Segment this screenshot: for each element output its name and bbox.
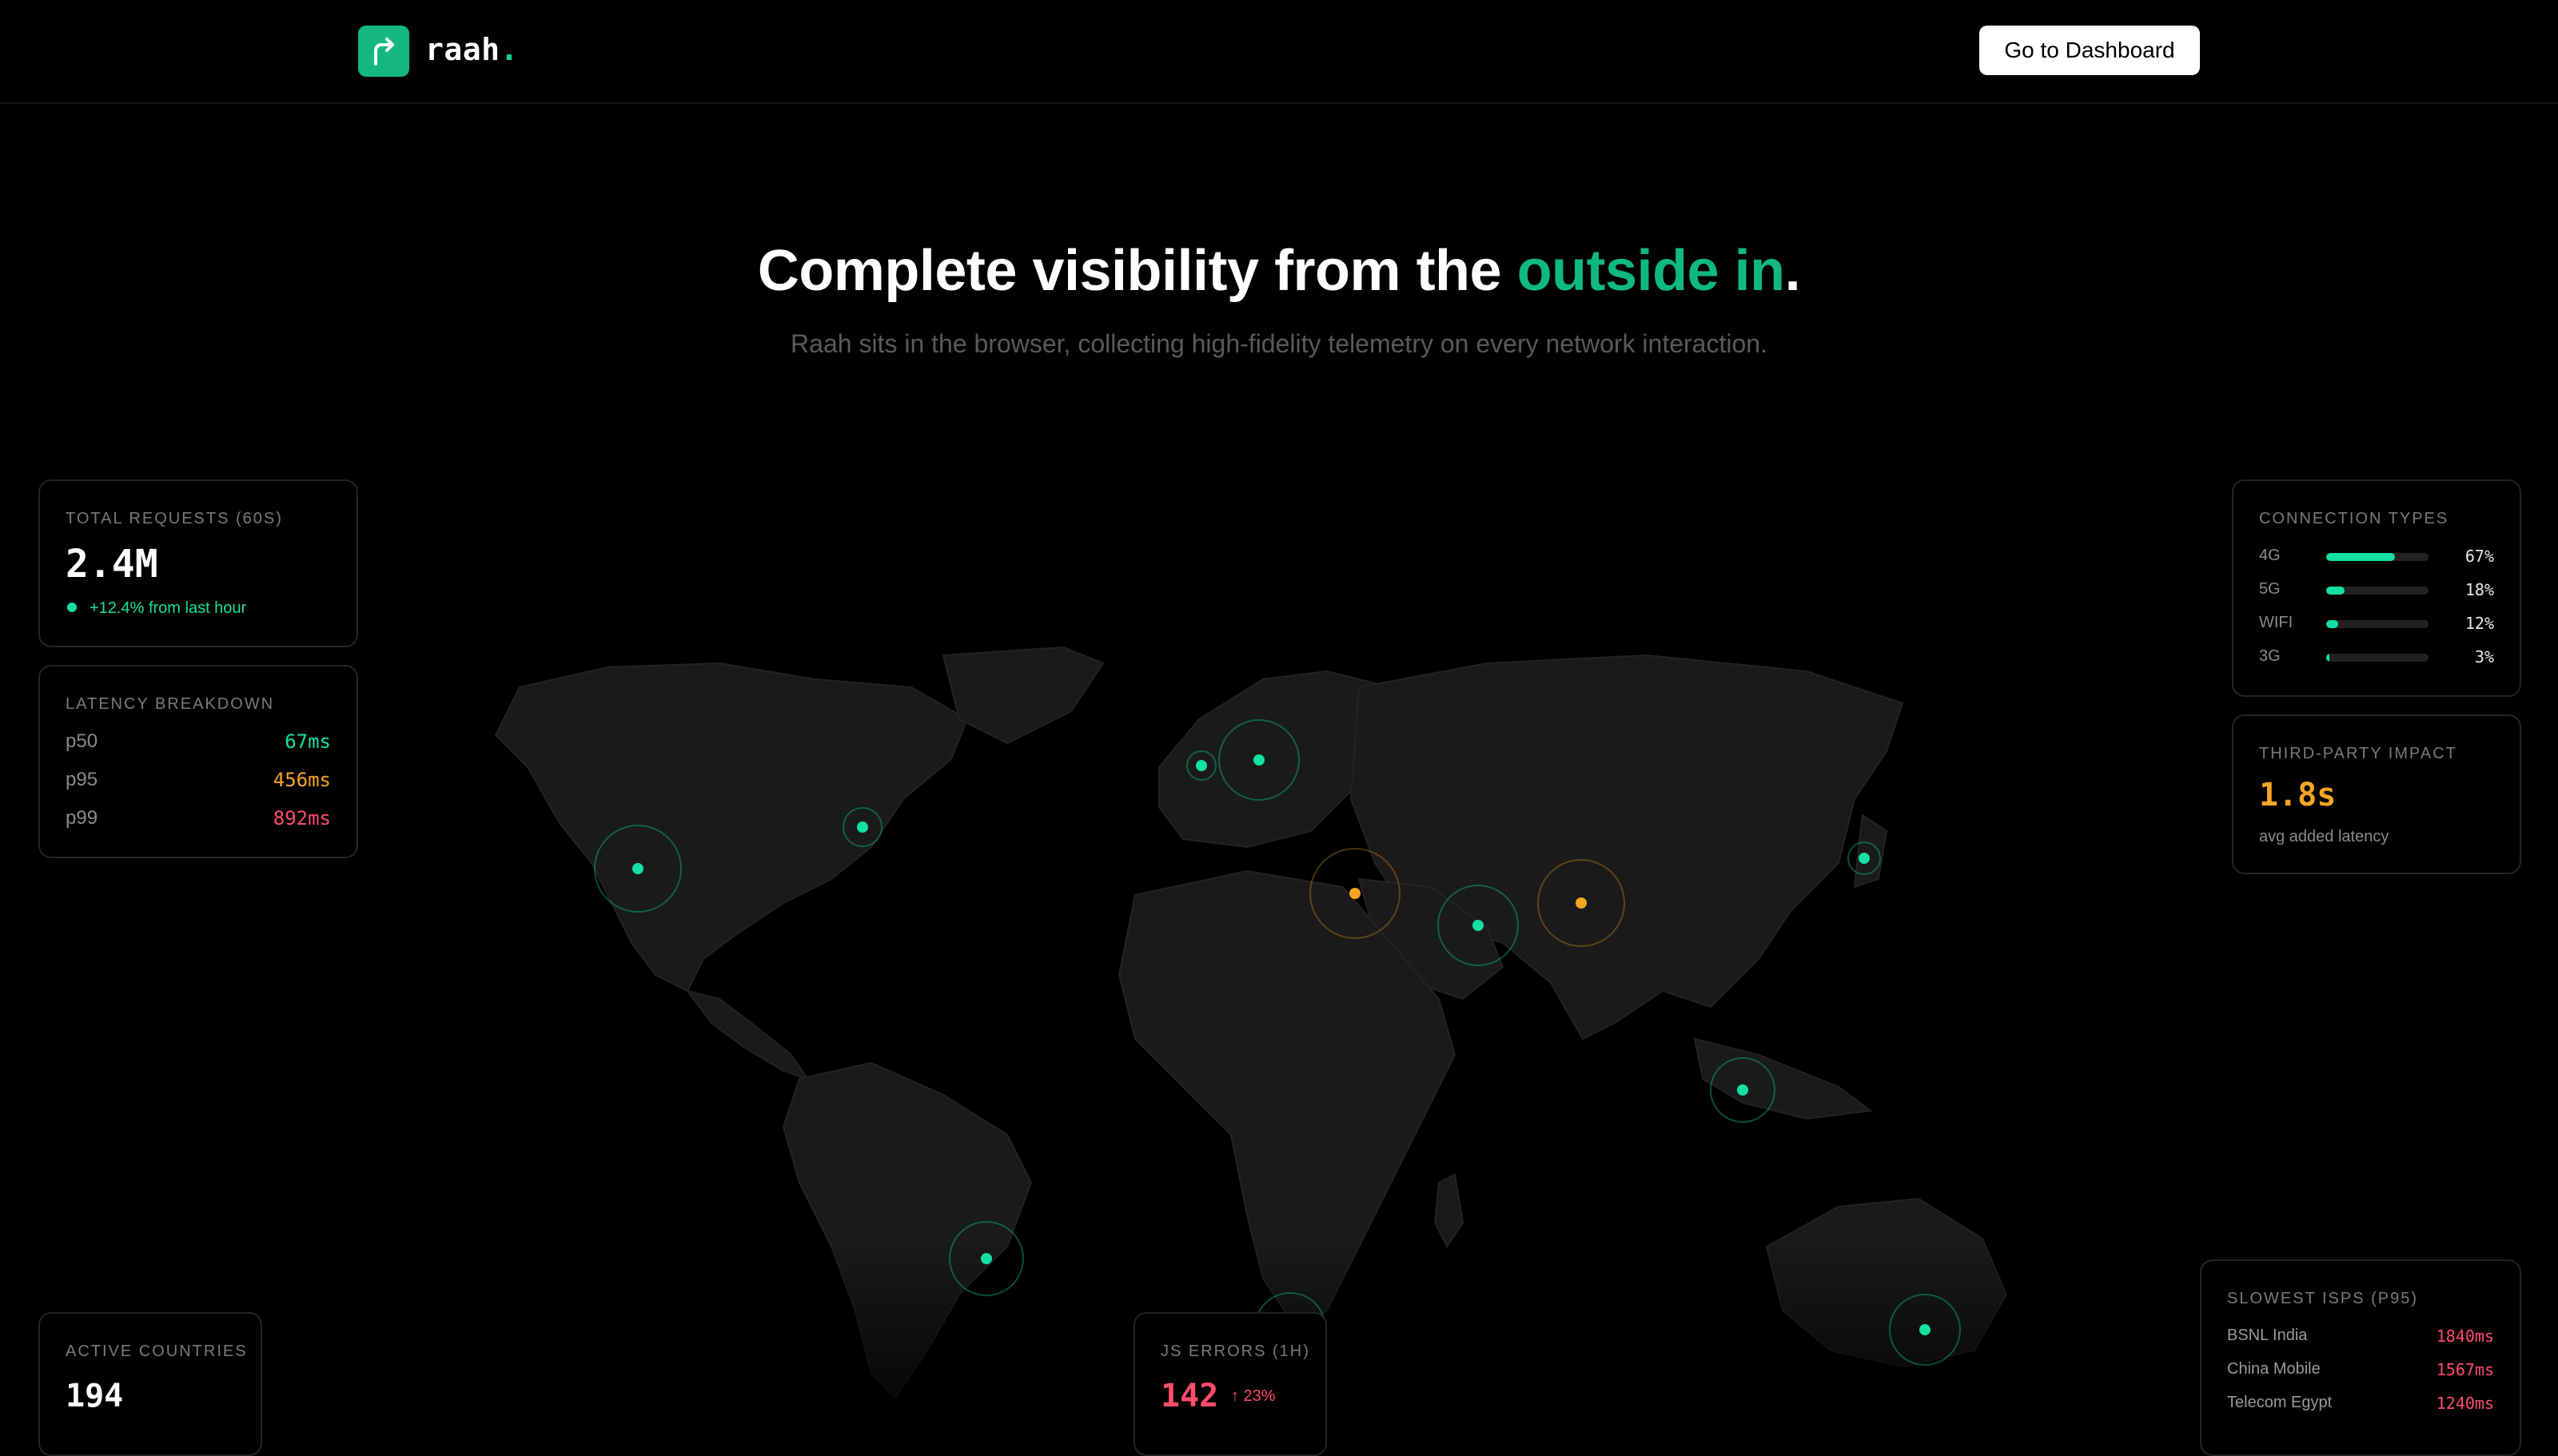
connection-row-4g: 4G 67% bbox=[2259, 545, 2494, 569]
node-dot-gulf bbox=[1472, 920, 1484, 931]
latency-row-p95: p95 456ms bbox=[66, 769, 331, 801]
isp-row: China Mobile 1567ms bbox=[2227, 1360, 2494, 1387]
connection-value: 3% bbox=[2474, 647, 2494, 666]
connection-bar-track bbox=[2326, 620, 2429, 628]
js-errors-label: JS ERRORS (1H) bbox=[1161, 1343, 1310, 1360]
connection-bar-fill bbox=[2326, 654, 2329, 662]
connection-value: 67% bbox=[2464, 547, 2494, 566]
isp-name: Telecom Egypt bbox=[2227, 1394, 2333, 1411]
latency-row-p99: p99 892ms bbox=[66, 807, 331, 839]
connection-key: 5G bbox=[2259, 580, 2281, 598]
node-dot-brazil bbox=[981, 1253, 992, 1264]
third-party-impact-card: THIRD-PARTY IMPACT 1.8s avg added latenc… bbox=[2232, 714, 2521, 874]
isp-latency: 1240ms bbox=[2436, 1394, 2494, 1413]
node-dot-australia bbox=[1919, 1324, 1930, 1335]
connection-row-wifi: WIFI 12% bbox=[2259, 612, 2494, 636]
connection-key: WIFI bbox=[2259, 614, 2293, 631]
active-countries-card: ACTIVE COUNTRIES 194 bbox=[38, 1312, 262, 1456]
third-party-impact-value: 1.8s bbox=[2259, 777, 2337, 814]
third-party-impact-caption: avg added latency bbox=[2259, 828, 2389, 845]
node-dot-japan bbox=[1859, 853, 1870, 864]
connection-types-label: CONNECTION TYPES bbox=[2259, 510, 2449, 527]
latency-key: p99 bbox=[66, 807, 98, 829]
total-requests-card: TOTAL REQUESTS (60S) 2.4M +12.4% from la… bbox=[38, 479, 358, 647]
latency-value: 67ms bbox=[285, 730, 331, 753]
connection-key: 4G bbox=[2259, 547, 2281, 564]
slowest-isps-label: SLOWEST ISPS (P95) bbox=[2227, 1290, 2419, 1307]
node-dot-indonesia bbox=[1737, 1084, 1748, 1096]
connection-bar-fill bbox=[2326, 553, 2395, 561]
connection-key: 3G bbox=[2259, 647, 2281, 665]
node-dot-uk bbox=[1196, 760, 1207, 771]
node-dot-us-east bbox=[857, 821, 868, 833]
total-requests-label: TOTAL REQUESTS (60S) bbox=[66, 510, 283, 527]
node-dot-us-west bbox=[632, 863, 643, 874]
js-errors-value: 142 bbox=[1161, 1378, 1219, 1414]
connection-bar-track bbox=[2326, 587, 2429, 595]
connection-bar-track bbox=[2326, 553, 2429, 561]
isp-name: BSNL India bbox=[2227, 1327, 2308, 1344]
js-errors-delta: ↑ 23% bbox=[1231, 1387, 1276, 1405]
connection-value: 18% bbox=[2464, 580, 2494, 599]
node-dot-india bbox=[1576, 897, 1587, 909]
connection-row-3g: 3G 3% bbox=[2259, 646, 2494, 670]
latency-key: p95 bbox=[66, 769, 98, 790]
latency-row-p50: p50 67ms bbox=[66, 730, 331, 762]
connection-row-5g: 5G 18% bbox=[2259, 579, 2494, 603]
total-requests-value: 2.4M bbox=[66, 542, 158, 587]
connection-bar-track bbox=[2326, 654, 2429, 662]
node-dot-europe bbox=[1253, 754, 1265, 766]
trend-dot-icon bbox=[67, 603, 77, 612]
connection-value: 12% bbox=[2464, 614, 2494, 633]
connection-bar-fill bbox=[2326, 587, 2345, 595]
slowest-isps-card: SLOWEST ISPS (P95) BSNL India 1840ms Chi… bbox=[2200, 1259, 2521, 1456]
active-countries-value: 194 bbox=[66, 1378, 124, 1414]
active-countries-label: ACTIVE COUNTRIES bbox=[66, 1343, 248, 1360]
isp-latency: 1567ms bbox=[2436, 1360, 2494, 1379]
isp-row: BSNL India 1840ms bbox=[2227, 1327, 2494, 1354]
total-requests-trend: +12.4% from last hour bbox=[90, 599, 247, 617]
latency-value: 456ms bbox=[273, 769, 331, 791]
isp-latency: 1840ms bbox=[2436, 1327, 2494, 1346]
connection-types-card: CONNECTION TYPES 4G 67% 5G 18% WIFI 12% … bbox=[2232, 479, 2521, 697]
isp-name: China Mobile bbox=[2227, 1360, 2321, 1378]
connection-bar-fill bbox=[2326, 620, 2339, 628]
node-dot-egypt bbox=[1349, 888, 1361, 899]
latency-breakdown-card: LATENCY BREAKDOWN p50 67ms p95 456ms p99… bbox=[38, 665, 358, 858]
isp-row: Telecom Egypt 1240ms bbox=[2227, 1394, 2494, 1421]
latency-breakdown-label: LATENCY BREAKDOWN bbox=[66, 695, 275, 713]
third-party-impact-label: THIRD-PARTY IMPACT bbox=[2259, 745, 2457, 762]
latency-key: p50 bbox=[66, 730, 98, 752]
map-nodes-layer bbox=[594, 719, 1961, 1366]
latency-value: 892ms bbox=[273, 807, 331, 829]
js-errors-card: JS ERRORS (1H) 142 ↑ 23% bbox=[1134, 1312, 1327, 1456]
